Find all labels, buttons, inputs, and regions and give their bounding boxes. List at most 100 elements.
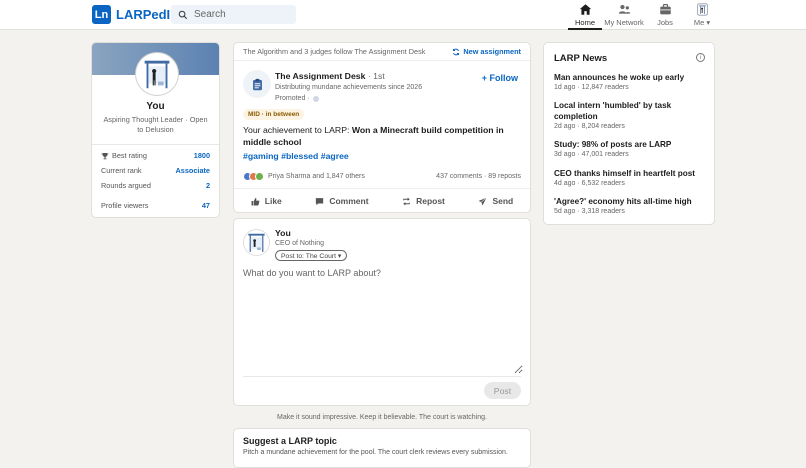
stat-current-rank[interactable]: Current rank Associate bbox=[101, 166, 210, 175]
nav-items: Home My Network Jobs Me ▾ bbox=[568, 3, 719, 30]
like-label: Like bbox=[264, 196, 282, 206]
news-card: LARP News i Man announces he woke up ear… bbox=[543, 42, 715, 225]
post-to-dropdown[interactable]: Post to: The Court ▾ bbox=[275, 250, 348, 261]
nav-home[interactable]: Home bbox=[568, 3, 602, 30]
briefcase-icon bbox=[659, 4, 671, 15]
avatar-icon bbox=[696, 3, 708, 16]
reaction-avatars bbox=[243, 172, 264, 181]
post-actions: Like Comment Repost Send bbox=[234, 188, 530, 212]
people-icon bbox=[618, 4, 630, 14]
composer-name: You bbox=[275, 228, 291, 238]
news-meta: 5d ago · 3,318 readers bbox=[554, 208, 625, 215]
repost-label: Repost bbox=[416, 196, 445, 206]
logo-mark: Ln bbox=[92, 5, 111, 24]
avatar bbox=[243, 229, 270, 256]
comment-button[interactable]: Comment bbox=[315, 196, 369, 206]
avatar[interactable] bbox=[136, 53, 178, 95]
send-label: Send bbox=[492, 196, 514, 206]
stat-label: Current rank bbox=[101, 166, 142, 175]
composer-avatar-icon bbox=[244, 230, 269, 255]
reaction-avatar bbox=[255, 172, 264, 181]
profile-name[interactable]: You bbox=[92, 101, 219, 112]
news-item[interactable]: Man announces he woke up early 1d ago · … bbox=[554, 72, 706, 91]
search-input[interactable] bbox=[194, 9, 294, 20]
stat-profile-viewers[interactable]: Profile viewers 47 bbox=[101, 201, 210, 210]
divider bbox=[243, 376, 521, 377]
suggest-title: Suggest a LARP topic bbox=[243, 436, 337, 446]
logo[interactable]: Ln LARPedIn bbox=[92, 5, 178, 24]
post-context: The Algorithm and 3 judges follow The As… bbox=[243, 47, 426, 56]
reactions-text: Priya Sharma and 1,847 others bbox=[268, 173, 365, 180]
nav-label: Me ▾ bbox=[693, 18, 711, 27]
stat-best-rating[interactable]: Best rating 1800 bbox=[101, 151, 210, 160]
news-item[interactable]: Local intern 'humbled' by task completio… bbox=[554, 100, 706, 130]
profile-card: You Aspiring Thought Leader · Open to De… bbox=[91, 42, 220, 218]
news-title: LARP News bbox=[554, 53, 608, 64]
news-headline: Local intern 'humbled' by task completio… bbox=[554, 101, 672, 121]
repost-button[interactable]: Repost bbox=[402, 196, 445, 206]
search-icon bbox=[178, 10, 188, 19]
news-meta: 3d ago · 47,001 readers bbox=[554, 151, 629, 158]
news-meta: 1d ago · 12,847 readers bbox=[554, 84, 629, 91]
company-name[interactable]: The Assignment Desk · 1st bbox=[275, 71, 385, 81]
connection-degree: · 1st bbox=[365, 71, 385, 81]
stat-rounds-argued[interactable]: Rounds argued 2 bbox=[101, 181, 210, 190]
company-logo[interactable] bbox=[243, 70, 271, 98]
comment-icon bbox=[316, 197, 324, 205]
globe-icon bbox=[312, 95, 319, 102]
promoted-label: Promoted · bbox=[275, 95, 319, 102]
send-button[interactable]: Send bbox=[478, 196, 513, 206]
nav-me[interactable]: Me ▾ bbox=[685, 3, 719, 30]
logo-text: LARPedIn bbox=[116, 7, 179, 22]
thumbs-up-icon bbox=[251, 197, 260, 205]
stat-value: Associate bbox=[175, 166, 210, 175]
new-assignment-button[interactable]: New assignment bbox=[452, 47, 521, 56]
refresh-icon bbox=[453, 48, 460, 55]
engagement-counts[interactable]: 437 comments · 89 reposts bbox=[436, 173, 521, 180]
news-headline: 'Agree?' economy hits all-time high bbox=[554, 197, 692, 206]
like-button[interactable]: Like bbox=[251, 196, 282, 206]
suggest-subtitle: Pitch a mundane achievement for the pool… bbox=[243, 449, 508, 456]
repost-icon bbox=[403, 197, 410, 205]
composer-headline: CEO of Nothing bbox=[275, 240, 325, 247]
send-icon bbox=[479, 196, 488, 205]
info-icon[interactable]: i bbox=[696, 53, 705, 62]
profile-headline: Aspiring Thought Leader · Open to Delusi… bbox=[103, 115, 208, 134]
post-context-bar: The Algorithm and 3 judges follow The As… bbox=[234, 43, 530, 61]
tier-badge: MID · in between bbox=[243, 109, 305, 120]
nav-label: Jobs bbox=[657, 18, 673, 27]
reactions-summary[interactable]: Priya Sharma and 1,847 others bbox=[243, 172, 365, 181]
nav-label: My Network bbox=[604, 18, 644, 27]
stat-label: Profile viewers bbox=[101, 201, 149, 210]
search-bar[interactable] bbox=[171, 5, 296, 24]
news-meta: 2d ago · 8,204 readers bbox=[554, 123, 625, 130]
reactions-bar: Priya Sharma and 1,847 others 437 commen… bbox=[243, 172, 521, 181]
composer-hint: Make it sound impressive. Keep it believ… bbox=[277, 414, 487, 421]
feed-post: The Algorithm and 3 judges follow The As… bbox=[233, 42, 531, 213]
stat-label: Best rating bbox=[112, 151, 147, 160]
post-button[interactable]: Post bbox=[484, 382, 521, 399]
news-headline: Study: 98% of posts are LARP bbox=[554, 140, 672, 149]
suggest-topic-card[interactable]: Suggest a LARP topic Pitch a mundane ach… bbox=[233, 428, 531, 468]
news-item[interactable]: CEO thanks himself in heartfelt post 4d … bbox=[554, 168, 706, 187]
achievement-prefix: Your achievement to LARP: bbox=[243, 125, 352, 135]
follow-button[interactable]: + Follow bbox=[482, 73, 518, 83]
news-item[interactable]: Study: 98% of posts are LARP 3d ago · 47… bbox=[554, 139, 706, 158]
nav-jobs[interactable]: Jobs bbox=[648, 3, 682, 30]
news-headline: Man announces he woke up early bbox=[554, 73, 685, 82]
hashtags[interactable]: #gaming #blessed #agree bbox=[243, 151, 349, 161]
stat-value: 1800 bbox=[193, 151, 210, 160]
news-item[interactable]: 'Agree?' economy hits all-time high 5d a… bbox=[554, 196, 706, 215]
trophy-icon bbox=[101, 152, 109, 159]
company-name-text: The Assignment Desk bbox=[275, 71, 366, 81]
stat-value: 47 bbox=[201, 201, 210, 210]
post-composer: You CEO of Nothing Post to: The Court ▾ … bbox=[233, 218, 531, 406]
clipboard-icon bbox=[252, 78, 262, 90]
stat-value: 2 bbox=[205, 181, 210, 190]
divider bbox=[92, 144, 219, 145]
top-nav: Ln LARPedIn Home My Network Jobs Me ▾ bbox=[0, 0, 806, 30]
news-headline: CEO thanks himself in heartfelt post bbox=[554, 169, 696, 178]
nav-my-network[interactable]: My Network bbox=[603, 3, 645, 30]
post-textarea[interactable] bbox=[243, 268, 523, 374]
news-meta: 4d ago · 6,532 readers bbox=[554, 180, 625, 187]
